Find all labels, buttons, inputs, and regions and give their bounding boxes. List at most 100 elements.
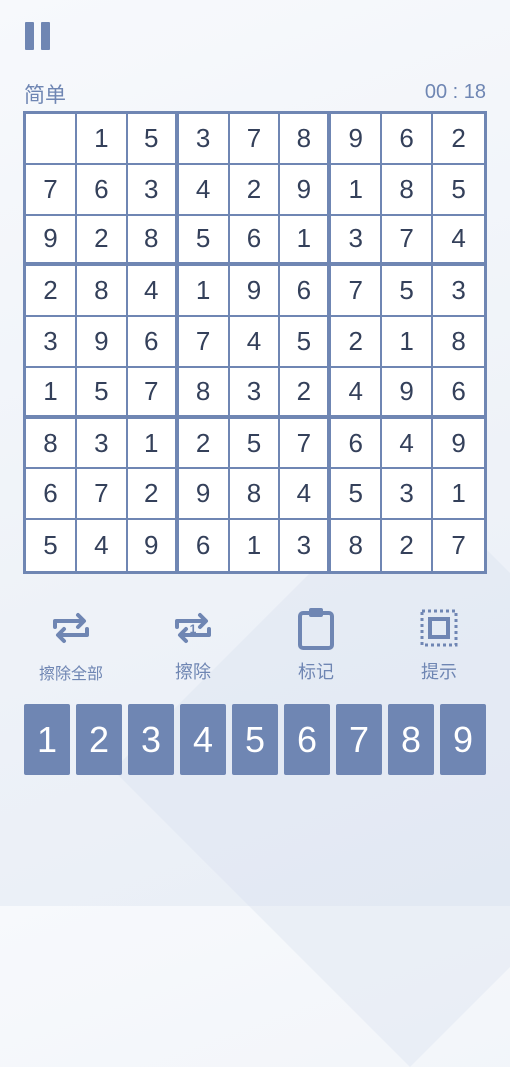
board-cell-r8-c5[interactable]: 8: [229, 469, 281, 521]
sudoku-board: 1537896276342918592856137428419675339674…: [23, 111, 487, 574]
board-cell-r5-c5[interactable]: 4: [229, 317, 281, 368]
board-cell-r1-c8[interactable]: 6: [382, 114, 434, 165]
board-cell-r7-c8[interactable]: 4: [382, 418, 434, 470]
board-cell-r6-c6[interactable]: 2: [280, 367, 332, 419]
board-cell-r4-c5[interactable]: 9: [229, 266, 281, 318]
board-cell-r6-c4[interactable]: 8: [178, 367, 230, 419]
board-cell-r7-c3[interactable]: 1: [127, 418, 179, 470]
board-cell-r7-c9[interactable]: 9: [433, 418, 484, 470]
mark-button[interactable]: 标记: [261, 606, 371, 686]
board-cell-r2-c7[interactable]: 1: [331, 164, 383, 216]
board-cell-r8-c7[interactable]: 5: [331, 469, 383, 521]
number-key-1[interactable]: 1: [24, 704, 70, 775]
board-cell-r8-c9[interactable]: 1: [433, 469, 484, 521]
number-key-4[interactable]: 4: [180, 704, 226, 775]
board-cell-r6-c2[interactable]: 5: [76, 367, 128, 419]
board-cell-r3-c8[interactable]: 7: [382, 215, 434, 267]
board-cell-r3-c9[interactable]: 4: [433, 215, 484, 267]
board-cell-r5-c9[interactable]: 8: [433, 317, 484, 368]
board-cell-r8-c6[interactable]: 4: [280, 469, 332, 521]
board-cell-r6-c8[interactable]: 9: [382, 367, 434, 419]
number-key-3[interactable]: 3: [128, 704, 174, 775]
board-cell-r9-c5[interactable]: 1: [229, 520, 281, 571]
number-key-5[interactable]: 5: [232, 704, 278, 775]
board-cell-r9-c2[interactable]: 4: [76, 520, 128, 571]
board-cell-r2-c9[interactable]: 5: [433, 164, 484, 216]
board-cell-r4-c4[interactable]: 1: [178, 266, 230, 318]
hint-button[interactable]: 提示: [384, 606, 494, 686]
board-cell-r8-c4[interactable]: 9: [178, 469, 230, 521]
board-cell-r5-c3[interactable]: 6: [127, 317, 179, 368]
board-cell-r5-c6[interactable]: 5: [280, 317, 332, 368]
board-cell-r9-c6[interactable]: 3: [280, 520, 332, 571]
board-cell-r6-c3[interactable]: 7: [127, 367, 179, 419]
number-key-9[interactable]: 9: [440, 704, 486, 775]
board-cell-r1-c1[interactable]: [26, 114, 77, 165]
board-cell-r6-c5[interactable]: 3: [229, 367, 281, 419]
board-cell-r7-c2[interactable]: 3: [76, 418, 128, 470]
board-cell-r3-c7[interactable]: 3: [331, 215, 383, 267]
erase-button[interactable]: 1 擦除: [138, 606, 248, 686]
erase-all-button[interactable]: 擦除全部: [16, 606, 126, 686]
board-cell-r2-c6[interactable]: 9: [280, 164, 332, 216]
board-cell-r9-c3[interactable]: 9: [127, 520, 179, 571]
board-cell-r7-c4[interactable]: 2: [178, 418, 230, 470]
number-key-7[interactable]: 7: [336, 704, 382, 775]
board-cell-r9-c8[interactable]: 2: [382, 520, 434, 571]
number-key-6[interactable]: 6: [284, 704, 330, 775]
board-cell-r1-c3[interactable]: 5: [127, 114, 179, 165]
board-cell-r4-c7[interactable]: 7: [331, 266, 383, 318]
board-cell-r3-c5[interactable]: 6: [229, 215, 281, 267]
board-cell-r2-c8[interactable]: 8: [382, 164, 434, 216]
board-cell-r3-c4[interactable]: 5: [178, 215, 230, 267]
board-cell-r9-c7[interactable]: 8: [331, 520, 383, 571]
board-cell-r2-c4[interactable]: 4: [178, 164, 230, 216]
board-cell-r4-c8[interactable]: 5: [382, 266, 434, 318]
board-cell-r8-c3[interactable]: 2: [127, 469, 179, 521]
board-cell-r2-c1[interactable]: 7: [26, 164, 77, 216]
board-cell-r9-c9[interactable]: 7: [433, 520, 484, 571]
board-cell-r3-c6[interactable]: 1: [280, 215, 332, 267]
number-key-8[interactable]: 8: [388, 704, 434, 775]
board-cell-r8-c2[interactable]: 7: [76, 469, 128, 521]
erase-all-label: 擦除全部: [38, 664, 103, 683]
board-cell-r5-c8[interactable]: 1: [382, 317, 434, 368]
board-cell-r4-c3[interactable]: 4: [127, 266, 179, 318]
board-cell-r7-c7[interactable]: 6: [331, 418, 383, 470]
board-cell-r2-c3[interactable]: 3: [127, 164, 179, 216]
board-cell-r2-c2[interactable]: 6: [76, 164, 128, 216]
board-cell-r4-c9[interactable]: 3: [433, 266, 484, 318]
board-cell-r3-c1[interactable]: 9: [26, 215, 77, 267]
board-cell-r5-c2[interactable]: 9: [76, 317, 128, 368]
board-cell-r5-c7[interactable]: 2: [331, 317, 383, 368]
board-cell-r1-c4[interactable]: 3: [178, 114, 230, 165]
board-cell-r1-c5[interactable]: 7: [229, 114, 281, 165]
board-cell-r9-c1[interactable]: 5: [26, 520, 77, 571]
board-cell-r8-c8[interactable]: 3: [382, 469, 434, 521]
board-cell-r4-c2[interactable]: 8: [76, 266, 128, 318]
board-cell-r2-c5[interactable]: 2: [229, 164, 281, 216]
board-cell-r7-c1[interactable]: 8: [26, 418, 77, 470]
pause-button[interactable]: [25, 22, 51, 50]
board-cell-r9-c4[interactable]: 6: [178, 520, 230, 571]
board-cell-r7-c5[interactable]: 5: [229, 418, 281, 470]
board-cell-r3-c3[interactable]: 8: [127, 215, 179, 267]
board-cell-r6-c9[interactable]: 6: [433, 367, 484, 419]
board-cell-r6-c1[interactable]: 1: [26, 367, 77, 419]
board-cell-r5-c4[interactable]: 7: [178, 317, 230, 368]
board-cell-r4-c1[interactable]: 2: [26, 266, 77, 318]
erase-icon: 1: [175, 613, 211, 643]
board-cell-r3-c2[interactable]: 2: [76, 215, 128, 267]
board-cell-r1-c9[interactable]: 2: [433, 114, 484, 165]
board-cell-r1-c2[interactable]: 1: [76, 114, 128, 165]
board-cell-r6-c7[interactable]: 4: [331, 367, 383, 419]
board-cell-r1-c7[interactable]: 9: [331, 114, 383, 165]
board-cell-r5-c1[interactable]: 3: [26, 317, 77, 368]
pause-icon: [25, 22, 34, 50]
board-cell-r7-c6[interactable]: 7: [280, 418, 332, 470]
pause-icon-bar: [41, 22, 50, 50]
board-cell-r1-c6[interactable]: 8: [280, 114, 332, 165]
board-cell-r4-c6[interactable]: 6: [280, 266, 332, 318]
number-key-2[interactable]: 2: [76, 704, 122, 775]
board-cell-r8-c1[interactable]: 6: [26, 469, 77, 521]
